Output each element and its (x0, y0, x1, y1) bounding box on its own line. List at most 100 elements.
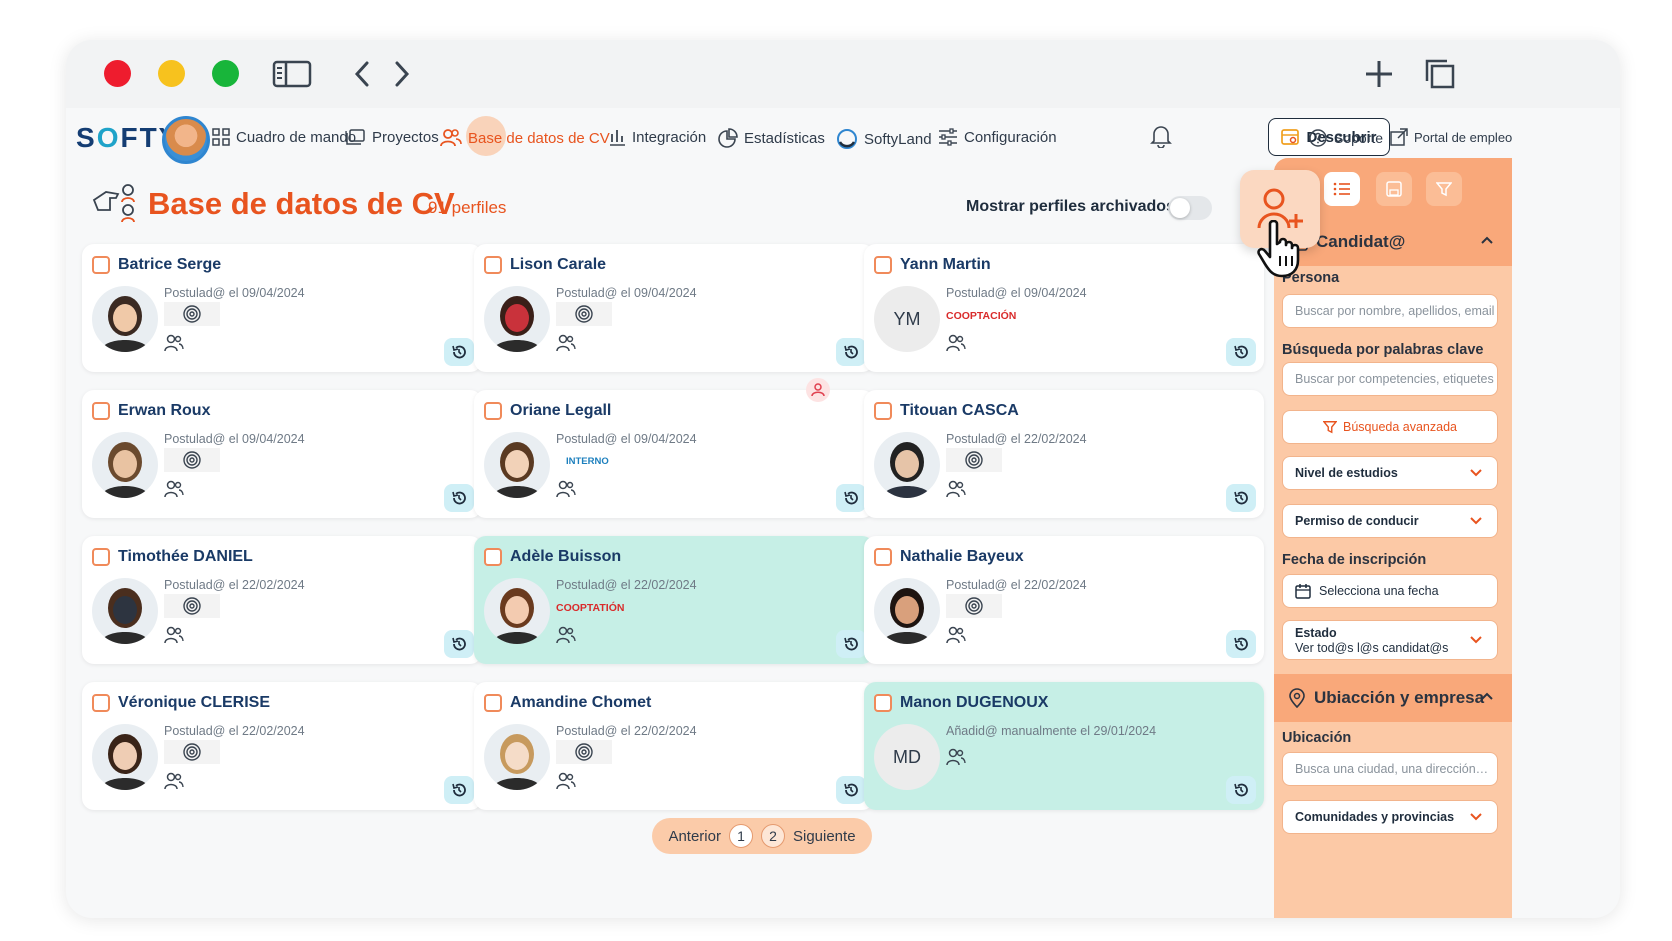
history-button[interactable] (444, 776, 474, 804)
nav-label: Base de datos de CV (468, 129, 610, 147)
nav-configuracion[interactable]: Configuración (938, 128, 1057, 146)
select-checkbox[interactable] (92, 694, 110, 712)
minimize-window-button[interactable] (158, 60, 185, 87)
referral-group-icon[interactable] (164, 480, 184, 503)
referral-group-icon[interactable] (164, 334, 184, 357)
referral-group-icon[interactable] (556, 772, 576, 795)
close-window-button[interactable] (104, 60, 131, 87)
candidate-name[interactable]: Manon DUGENOUX (900, 694, 1048, 712)
forward-icon[interactable] (392, 54, 412, 94)
history-button[interactable] (444, 484, 474, 512)
cv-card[interactable]: Titouan CASCA Postulad@ el 22/02/2024 (864, 390, 1264, 518)
notifications-bell[interactable] (1150, 124, 1172, 148)
nav-base-de-datos-de-cv[interactable]: Base de datos de CV (440, 128, 610, 148)
cv-card[interactable]: Oriane Legall Postulad@ el 09/04/2024 IN… (474, 390, 874, 518)
history-button[interactable] (444, 338, 474, 366)
cv-card[interactable]: Batrice Serge Postulad@ el 09/04/2024 (82, 244, 482, 372)
nav-integracion[interactable]: Integración (608, 128, 706, 146)
candidate-name[interactable]: Erwan Roux (118, 402, 210, 420)
referral-group-icon[interactable] (946, 334, 966, 357)
soporte-link[interactable]: Soporte (1308, 128, 1383, 148)
select-checkbox[interactable] (874, 694, 892, 712)
referral-group-icon[interactable] (164, 626, 184, 649)
select-checkbox[interactable] (92, 402, 110, 420)
referral-group-icon[interactable] (556, 480, 576, 503)
cv-card[interactable]: Véronique CLERISE Postulad@ el 22/02/202… (82, 682, 482, 810)
next-page-button[interactable]: Siguiente (793, 828, 856, 845)
cv-card[interactable]: Adèle Buisson Postulad@ el 22/02/2024 CO… (474, 536, 874, 664)
prev-page-button[interactable]: Anterior (668, 828, 721, 845)
page-1-button[interactable]: 1 (728, 824, 753, 848)
candidate-name[interactable]: Véronique CLERISE (118, 694, 270, 712)
candidate-name[interactable]: Titouan CASCA (900, 402, 1019, 420)
sidebar-toggle-icon[interactable] (272, 54, 312, 94)
cv-card[interactable]: Timothée DANIEL Postulad@ el 22/02/2024 (82, 536, 482, 664)
select-checkbox[interactable] (92, 256, 110, 274)
portal-empleo-link[interactable]: Portal de empleo (1390, 128, 1512, 146)
referral-group-icon[interactable] (946, 626, 966, 649)
user-avatar[interactable] (162, 116, 210, 164)
candidate-name[interactable]: Timothée DANIEL (118, 548, 253, 566)
cv-card[interactable]: Nathalie Bayeux Postulad@ el 22/02/2024 (864, 536, 1264, 664)
persona-search-input[interactable]: Buscar por nombre, apellidos, email (1282, 294, 1498, 328)
select-checkbox[interactable] (484, 402, 502, 420)
referral-group-icon[interactable] (556, 626, 576, 649)
avatar (874, 432, 940, 498)
history-button[interactable] (1226, 776, 1256, 804)
select-checkbox[interactable] (874, 402, 892, 420)
cv-card[interactable]: Yann Martin YM Postulad@ el 09/04/2024 C… (864, 244, 1264, 372)
history-button[interactable] (1226, 484, 1256, 512)
permiso-conducir-select[interactable]: Permiso de conducir (1282, 504, 1498, 538)
select-checkbox[interactable] (92, 548, 110, 566)
comunidades-select[interactable]: Comunidades y provincias (1282, 800, 1498, 834)
referral-group-icon[interactable] (946, 748, 966, 771)
cv-card[interactable]: Manon DUGENOUX MD Añadid@ manualmente el… (864, 682, 1264, 810)
nivel-estudios-select[interactable]: Nivel de estudios (1282, 456, 1498, 490)
cv-card[interactable]: Erwan Roux Postulad@ el 09/04/2024 (82, 390, 482, 518)
new-tab-icon[interactable] (1364, 54, 1394, 94)
history-button[interactable] (836, 484, 866, 512)
page-2-button[interactable]: 2 (760, 824, 785, 848)
select-checkbox[interactable] (484, 548, 502, 566)
candidate-name[interactable]: Yann Martin (900, 256, 991, 274)
nav-softyland[interactable]: SoftyLand (836, 128, 932, 150)
candidate-name[interactable]: Nathalie Bayeux (900, 548, 1024, 566)
estado-select[interactable]: Estado Ver tod@s l@s candidat@s (1282, 620, 1498, 660)
history-button[interactable] (836, 338, 866, 366)
tab-filters[interactable] (1426, 172, 1462, 206)
select-checkbox[interactable] (484, 694, 502, 712)
maximize-window-button[interactable] (212, 60, 239, 87)
referral-group-icon[interactable] (946, 480, 966, 503)
cv-card[interactable]: Lison Carale Postulad@ el 09/04/2024 (474, 244, 874, 372)
history-button[interactable] (836, 776, 866, 804)
history-button[interactable] (1226, 630, 1256, 658)
section-ubicacion[interactable]: Ubiacción y empresa (1274, 674, 1512, 722)
referral-group-icon[interactable] (164, 772, 184, 795)
candidate-name[interactable]: Amandine Chomet (510, 694, 651, 712)
tabs-overview-icon[interactable] (1424, 54, 1456, 94)
select-checkbox[interactable] (874, 548, 892, 566)
nav-estadisticas[interactable]: Estadísticas (718, 128, 825, 148)
history-button[interactable] (1226, 338, 1256, 366)
select-checkbox[interactable] (484, 256, 502, 274)
fecha-picker[interactable]: Selecciona una fecha (1282, 574, 1498, 608)
candidate-name[interactable]: Batrice Serge (118, 256, 221, 274)
ubicacion-search-input[interactable]: Busca una ciudad, una dirección… (1282, 752, 1498, 786)
nav-proyectos[interactable]: Proyectos (346, 128, 439, 146)
history-button[interactable] (836, 630, 866, 658)
candidate-name[interactable]: Adèle Buisson (510, 548, 621, 566)
advanced-search-button[interactable]: Búsqueda avanzada (1282, 410, 1498, 444)
select-checkbox[interactable] (874, 256, 892, 274)
tab-list[interactable] (1324, 172, 1360, 206)
nav-cuadro-de-mando[interactable]: Cuadro de mando (212, 128, 356, 146)
candidate-name[interactable]: Oriane Legall (510, 402, 611, 420)
candidate-name[interactable]: Lison Carale (510, 256, 606, 274)
tab-saved[interactable] (1376, 172, 1412, 206)
history-button[interactable] (444, 630, 474, 658)
cv-card[interactable]: Amandine Chomet Postulad@ el 22/02/2024 (474, 682, 874, 810)
referral-group-icon[interactable] (556, 334, 576, 357)
keywords-search-input[interactable]: Buscar por competencies, etiquetes (1282, 362, 1498, 396)
back-icon[interactable] (352, 54, 372, 94)
archived-toggle[interactable] (1168, 196, 1212, 220)
history-icon (452, 345, 466, 359)
